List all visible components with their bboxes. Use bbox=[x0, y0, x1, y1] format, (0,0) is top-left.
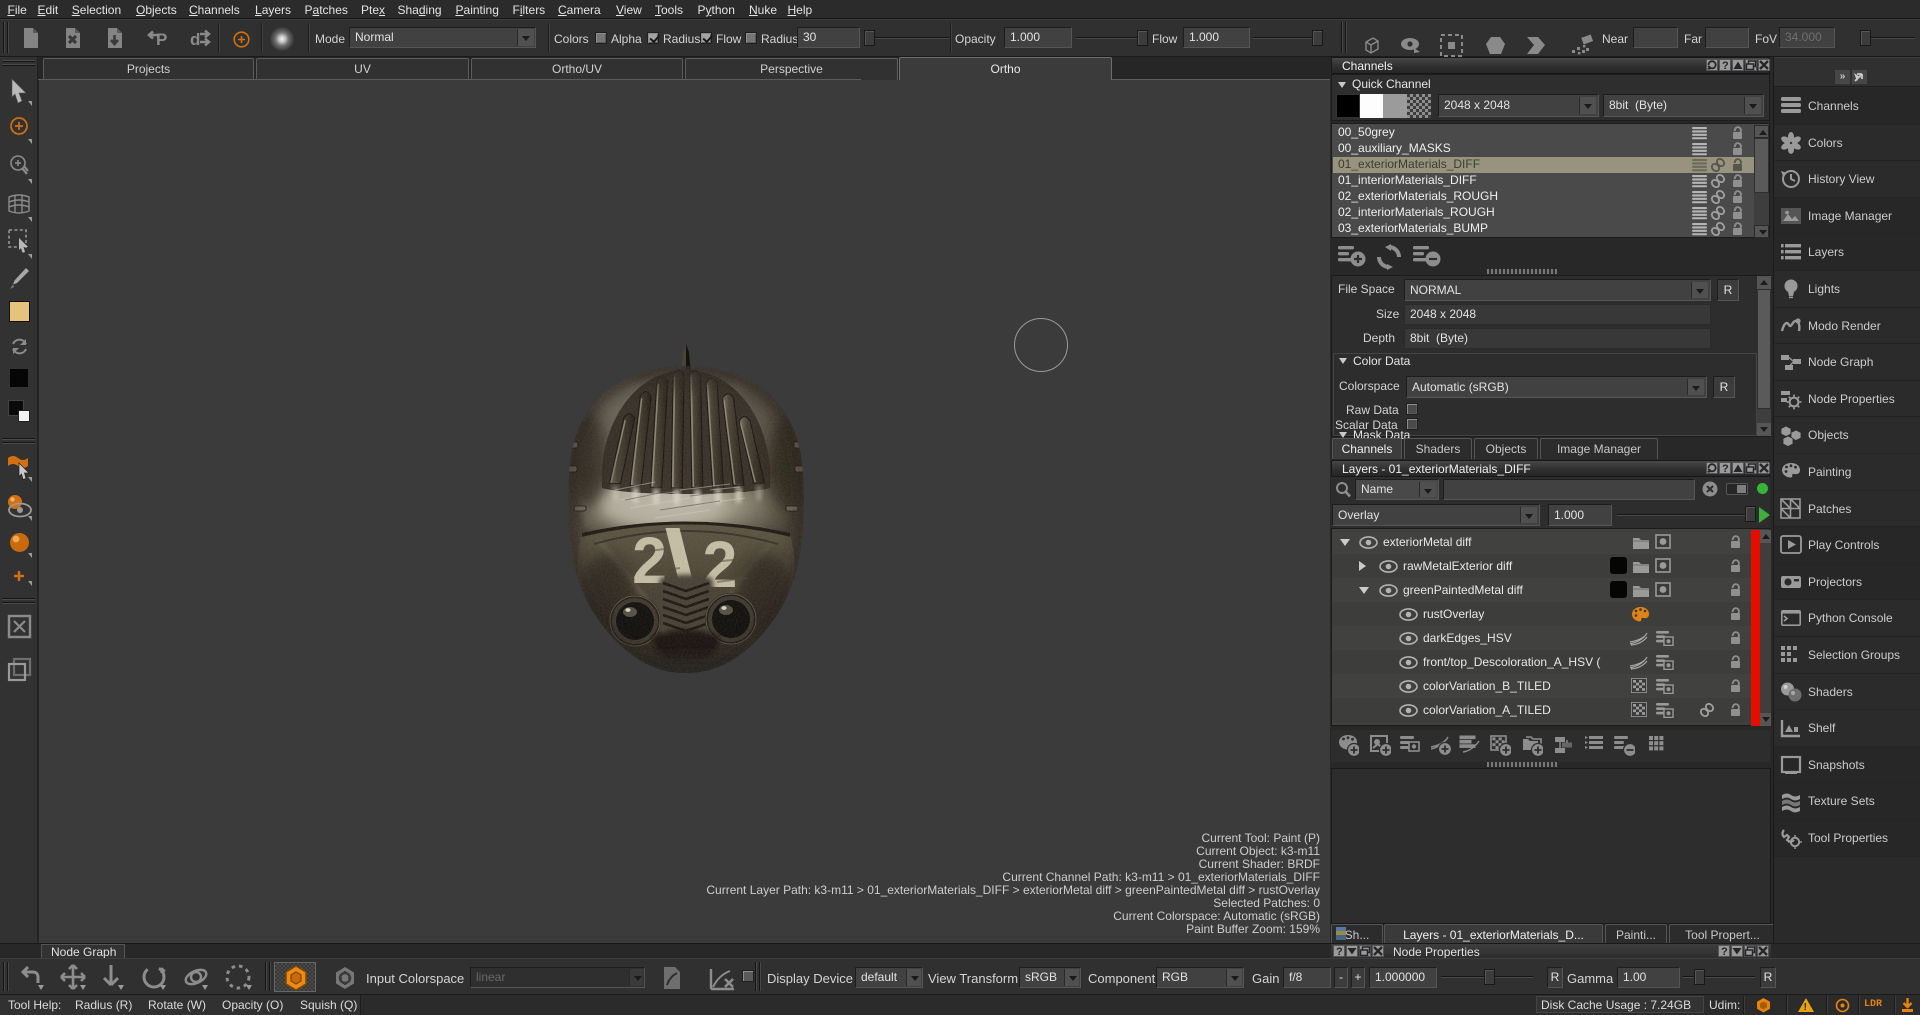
svg-text:?: ? bbox=[1336, 946, 1343, 957]
svg-text:d: d bbox=[190, 30, 200, 49]
svg-text:P: P bbox=[156, 30, 167, 49]
svg-text:?: ? bbox=[1722, 60, 1729, 71]
svg-text:?: ? bbox=[1721, 946, 1728, 957]
svg-text:?: ? bbox=[1722, 463, 1729, 474]
svg-text:!: ! bbox=[1804, 1002, 1807, 1013]
